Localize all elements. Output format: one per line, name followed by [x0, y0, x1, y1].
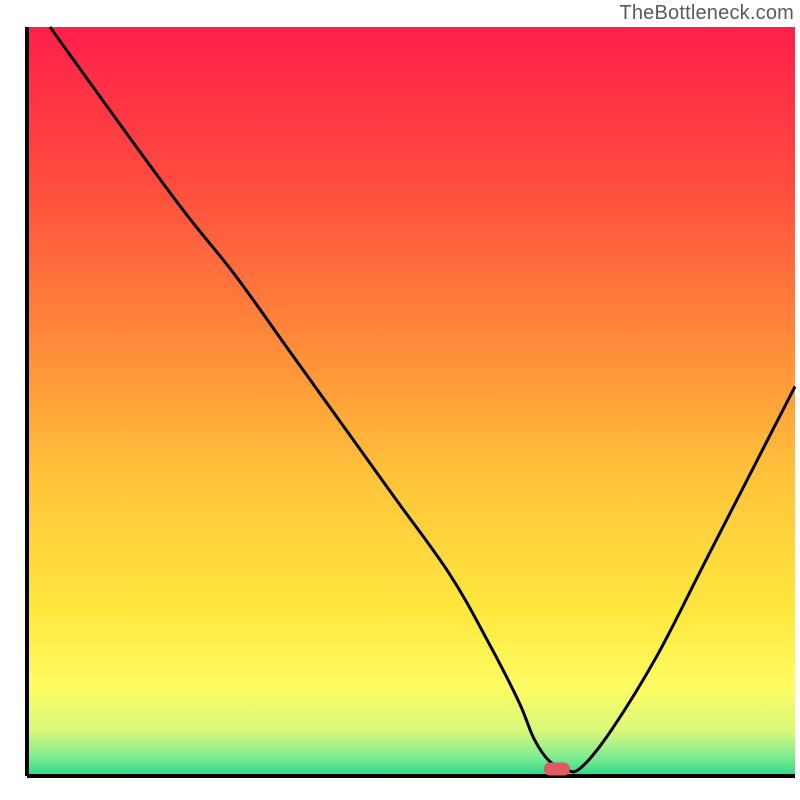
chart-container: { "watermark": "TheBottleneck.com", "cha… [0, 0, 800, 800]
watermark-text: TheBottleneck.com [619, 2, 794, 25]
bottleneck-chart [0, 0, 800, 800]
gradient-background [27, 27, 795, 776]
optimal-marker [544, 763, 570, 776]
